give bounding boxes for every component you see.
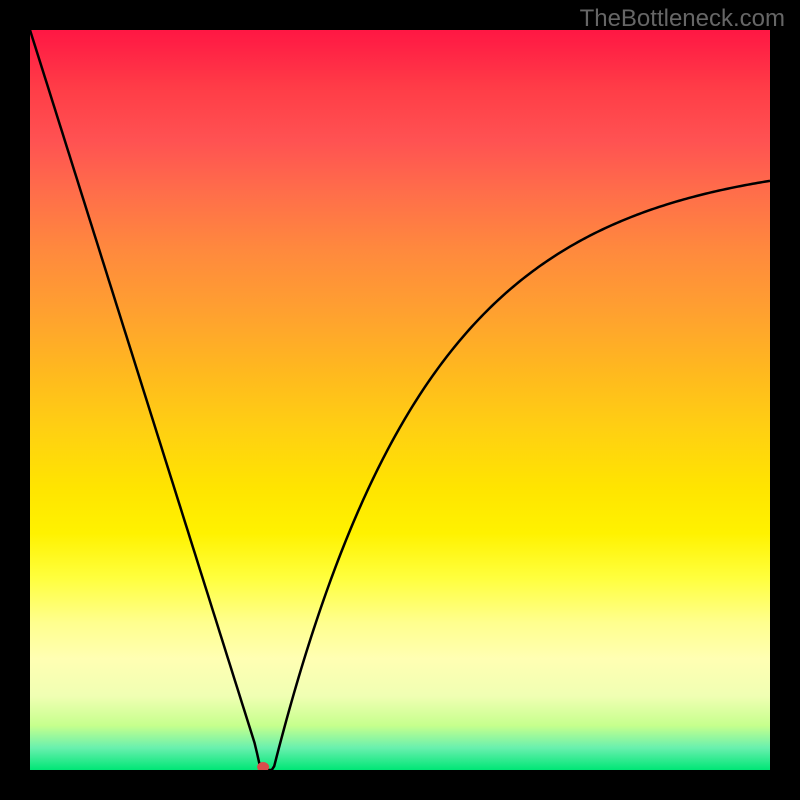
chart-plot-area	[30, 30, 770, 770]
curve-line	[30, 30, 770, 770]
watermark-text: TheBottleneck.com	[580, 5, 785, 33]
